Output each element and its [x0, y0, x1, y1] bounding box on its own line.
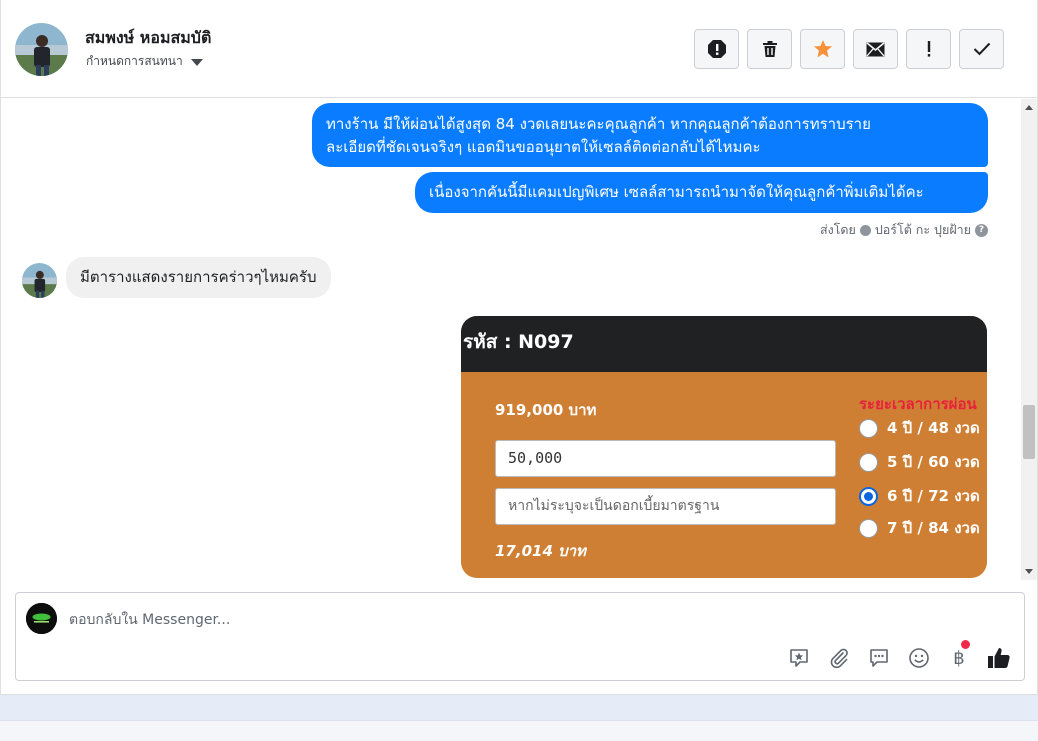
radio-icon	[859, 418, 878, 438]
mail-icon	[866, 41, 885, 56]
message-line: ละเอียดที่ชัดเจนจริงๆ แอดมินขออนุยาตให้เ…	[326, 138, 761, 156]
reply-input[interactable]: ตอบกลับใน Messenger...	[69, 609, 230, 631]
down-payment-field: 50,000	[495, 440, 836, 477]
quick-reply-button[interactable]	[866, 645, 892, 671]
quick-reply-icon	[870, 649, 888, 667]
composer-tools: ฿	[786, 640, 1012, 671]
mark-spam-button[interactable]	[694, 29, 739, 69]
scrollbar-thumb[interactable]	[1023, 405, 1035, 459]
mark-done-button[interactable]	[959, 29, 1004, 69]
assign-label: กำหนดการสนทนา	[86, 54, 183, 68]
follow-up-icon	[927, 41, 930, 57]
period-option-label: 4 ปี / 48 งวด	[887, 419, 980, 437]
period-option-label: 7 ปี / 84 งวด	[887, 519, 980, 537]
saved-reply-icon	[790, 649, 808, 667]
radio-icon	[859, 452, 878, 472]
delete-button[interactable]	[747, 29, 792, 69]
period-option: 5 ปี / 60 งวด	[859, 450, 980, 474]
period-option: 7 ปี / 84 งวด	[859, 516, 980, 540]
interest-field: หากไม่ระบุจะเป็นดอกเบี้ยมาตรฐาน	[495, 488, 836, 525]
scroll-down-arrow-icon[interactable]	[1025, 569, 1033, 574]
contact-avatar-small[interactable]	[22, 263, 57, 298]
conversation-header: สมพงษ์ หอมสมบัติ กำหนดการสนทนา	[1, 0, 1037, 98]
reply-composer: ตอบกลับใน Messenger... ฿	[15, 592, 1025, 681]
period-option-label: 6 ปี / 72 งวด	[887, 487, 980, 505]
sent-by-info: ส่งโดย ปอร์โต้ กะ ปุยฝ้าย ?	[820, 220, 988, 240]
star-button[interactable]	[800, 29, 845, 69]
attachment-button[interactable]	[826, 645, 852, 671]
scroll-up-arrow-icon[interactable]	[1025, 105, 1033, 110]
radio-selected-icon	[859, 486, 878, 506]
help-icon[interactable]: ?	[975, 223, 988, 237]
saved-reply-button[interactable]	[786, 645, 812, 671]
emoji-button[interactable]	[906, 645, 932, 671]
period-option-label: 5 ปี / 60 งวด	[887, 453, 980, 471]
check-icon	[973, 42, 990, 56]
spam-icon	[707, 40, 726, 58]
outgoing-message[interactable]: เนื่องจากคันนี้มีแคมเปญพิเศษ เซลล์สามารถ…	[415, 172, 988, 213]
monthly-payment: 17,014 บาท	[495, 542, 586, 560]
page-footer-band	[0, 695, 1038, 741]
contact-avatar[interactable]	[15, 23, 68, 76]
divider	[0, 720, 1038, 741]
trash-icon	[762, 41, 777, 57]
thread-scrollbar[interactable]	[1021, 99, 1037, 580]
card-code: รหัส : N097	[461, 316, 987, 372]
attachment-icon	[830, 648, 848, 669]
like-button[interactable]	[986, 645, 1012, 671]
radio-icon	[859, 518, 878, 538]
agent-status-icon	[859, 224, 871, 236]
incoming-message[interactable]: มีตารางแสดงรายการคร่าวๆไหมครับ	[66, 257, 331, 298]
message-line: เนื่องจากคันนี้มีแคมเปญพิเศษ เซลล์สามารถ…	[429, 183, 924, 201]
contact-name[interactable]: สมพงษ์ หอมสมบัติ	[85, 26, 211, 51]
period-title: ระยะเวลาการผ่อน	[859, 395, 977, 413]
sent-by-prefix: ส่งโดย	[819, 222, 856, 237]
payment-button[interactable]: ฿	[946, 640, 972, 671]
emoji-icon	[909, 648, 929, 668]
star-icon	[813, 40, 832, 58]
message-line: ทางร้าน มีให้ผ่อนได้สูงสุด 84 งวดเลยนะคะ…	[326, 115, 871, 133]
assign-conversation-dropdown[interactable]: กำหนดการสนทนา	[86, 52, 203, 71]
caret-down-icon	[190, 59, 203, 66]
page-avatar	[26, 603, 57, 634]
message-thread[interactable]: ทางร้าน มีให้ผ่อนได้สูงสุด 84 งวดเลยนะคะ…	[1, 99, 1037, 580]
period-option: 4 ปี / 48 งวด	[859, 416, 980, 440]
outgoing-message[interactable]: ทางร้าน มีให้ผ่อนได้สูงสุด 84 งวดเลยนะคะ…	[312, 103, 988, 167]
follow-up-button[interactable]	[906, 29, 951, 69]
installment-card-image[interactable]: รหัส : N097 919,000 บาท 50,000 หากไม่ระบ…	[461, 316, 987, 578]
conversation-panel: สมพงษ์ หอมสมบัติ กำหนดการสนทนา ทางร้าน ม…	[0, 0, 1038, 695]
card-price: 919,000 บาท	[495, 401, 597, 419]
like-icon	[988, 648, 1010, 668]
period-option: 6 ปี / 72 งวด	[859, 484, 980, 508]
sent-by-name: ปอร์โต้ กะ ปุยฝ้าย	[874, 222, 971, 237]
inbox-app: สมพงษ์ หอมสมบัติ กำหนดการสนทนา ทางร้าน ม…	[0, 0, 1038, 741]
baht-icon: ฿	[953, 647, 965, 669]
notification-dot	[961, 640, 970, 649]
mark-unread-button[interactable]	[853, 29, 898, 69]
conversation-actions	[694, 29, 1004, 69]
